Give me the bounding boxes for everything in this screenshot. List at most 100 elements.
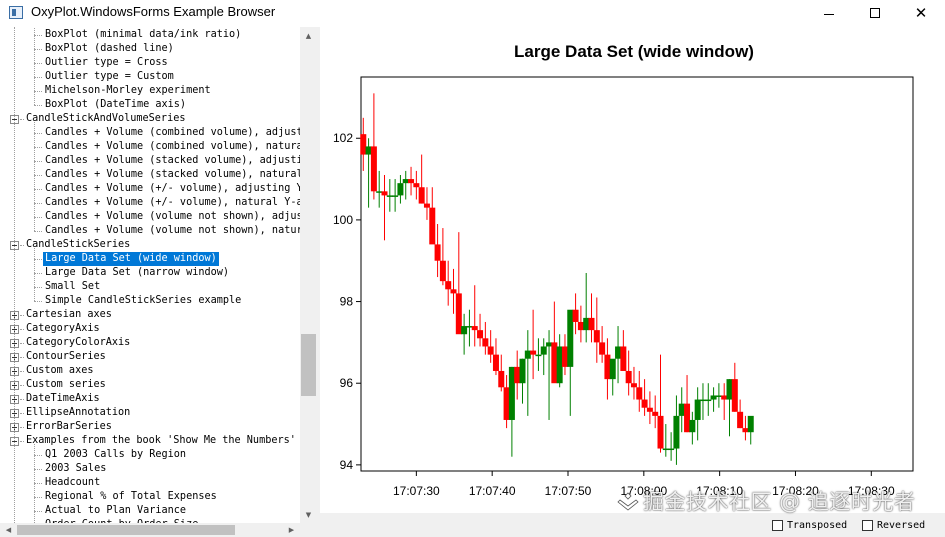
tree-leaf[interactable]: BoxPlot (minimal data/ink ratio) xyxy=(0,28,300,42)
reversed-checkbox[interactable]: Reversed xyxy=(862,518,925,532)
tree-node[interactable]: CategoryAxis xyxy=(0,322,300,336)
tree-leaf[interactable]: Candles + Volume (combined volume), natu… xyxy=(0,140,300,154)
candle-body xyxy=(530,350,537,355)
scroll-up-arrow-icon[interactable]: ▲ xyxy=(300,27,317,44)
tree-node[interactable]: Custom series xyxy=(0,378,300,392)
reversed-checkbox-box[interactable] xyxy=(862,519,873,531)
tree-leaf[interactable]: Large Data Set (wide window) xyxy=(0,251,300,267)
tree-vertical-scrollbar[interactable]: ▲ ▼ xyxy=(300,27,317,523)
tree-item-label: Candles + Volume (+/- volume), adjusting… xyxy=(45,183,300,194)
candle-body xyxy=(641,399,648,408)
tree-leaf[interactable]: Regional % of Total Expenses xyxy=(0,490,300,504)
tree-node[interactable]: Custom axes xyxy=(0,364,300,378)
tree-item-label: Headcount xyxy=(45,477,101,488)
candle-body xyxy=(625,370,632,384)
tree-leaf[interactable]: Outlier type = Cross xyxy=(0,56,300,70)
scroll-left-arrow-icon[interactable]: ◀ xyxy=(1,522,16,537)
close-button[interactable]: ✕ xyxy=(898,0,944,26)
tree-item-label: Custom axes xyxy=(26,365,94,376)
y-tick-label: 94 xyxy=(340,458,354,472)
tree-leaf[interactable]: Simple CandleStickSeries example xyxy=(0,294,300,308)
candle-body xyxy=(492,354,499,371)
tree-connector xyxy=(34,49,42,50)
tree-connector xyxy=(34,217,42,218)
tree-leaf[interactable]: Large Data Set (narrow window) xyxy=(0,266,300,280)
tree-leaf[interactable]: Michelson-Morley experiment xyxy=(0,84,300,98)
candle-body xyxy=(726,379,733,400)
candle-body xyxy=(503,387,510,420)
tree-leaf[interactable]: Outlier type = Custom xyxy=(0,70,300,84)
tree-leaf[interactable]: Actual to Plan Variance xyxy=(0,504,300,518)
tree-node[interactable]: CandleStickAndVolumeSeries xyxy=(0,112,300,126)
tree-branch-connector xyxy=(34,27,35,105)
tree-branch-connector xyxy=(34,248,35,301)
tree-leaf[interactable]: BoxPlot (dashed line) xyxy=(0,42,300,56)
candle-body xyxy=(599,342,606,355)
tree-horizontal-scroll-thumb[interactable] xyxy=(17,525,235,535)
x-tick-label: 17:07:30 xyxy=(393,484,440,498)
minimize-button[interactable] xyxy=(806,0,852,26)
candle-body xyxy=(572,309,579,322)
tree-node[interactable]: ContourSeries xyxy=(0,350,300,364)
maximize-icon xyxy=(870,8,880,18)
tree-connector xyxy=(34,91,42,92)
tree-node[interactable]: ErrorBarSeries xyxy=(0,420,300,434)
tree-node[interactable]: DateTimeAxis xyxy=(0,392,300,406)
tree-leaf[interactable]: Candles + Volume (stacked volume), adjus… xyxy=(0,154,300,168)
tree-node[interactable]: Examples from the book 'Show Me the Numb… xyxy=(0,434,300,448)
tree-leaf[interactable]: Candles + Volume (+/- volume), natural Y… xyxy=(0,196,300,210)
candle-body xyxy=(593,330,600,343)
tree-item-label: EllipseAnnotation xyxy=(26,407,131,418)
y-tick-label: 102 xyxy=(333,131,353,145)
tree-item-label: BoxPlot (DateTime axis) xyxy=(45,99,187,110)
tree-item-label: Custom series xyxy=(26,379,106,390)
tree-node[interactable]: CategoryColorAxis xyxy=(0,336,300,350)
options-bar xyxy=(320,513,945,537)
candle-body xyxy=(636,387,643,400)
candle-body xyxy=(445,281,452,290)
transposed-checkbox-box[interactable] xyxy=(772,519,783,531)
scroll-right-arrow-icon[interactable]: ▶ xyxy=(284,522,299,537)
tree-root-connector xyxy=(14,27,15,523)
tree-leaf[interactable]: Candles + Volume (+/- volume), adjusting… xyxy=(0,182,300,196)
tree-leaf[interactable]: Headcount xyxy=(0,476,300,490)
tree-horizontal-scrollbar[interactable]: ◀ ▶ xyxy=(0,523,300,537)
tree-leaf[interactable]: Small Set xyxy=(0,280,300,294)
candle-body xyxy=(588,317,595,331)
tree-item-label: Candles + Volume (combined volume), natu… xyxy=(45,141,300,152)
tree-branch-connector xyxy=(34,444,35,523)
tree-item-label: BoxPlot (dashed line) xyxy=(45,43,174,54)
y-tick-label: 100 xyxy=(333,213,353,227)
candle-body xyxy=(668,448,675,451)
tree-leaf[interactable]: Candles + Volume (volume not shown), nat… xyxy=(0,224,300,238)
tree-leaf[interactable]: 2003 Sales xyxy=(0,462,300,476)
tree-connector xyxy=(34,483,42,484)
candle-body xyxy=(466,326,473,328)
candlestick-chart[interactable]: Large Data Set (wide window) 94 96 98 100 10… xyxy=(320,27,945,513)
window-title: OxyPlot.WindowsForms Example Browser xyxy=(31,4,276,19)
tree-node[interactable]: EllipseAnnotation xyxy=(0,406,300,420)
scroll-down-arrow-icon[interactable]: ▼ xyxy=(300,506,317,523)
candle-body xyxy=(408,179,415,184)
candle-body xyxy=(524,350,531,359)
candle-body xyxy=(646,407,653,412)
example-tree[interactable]: BoxPlot (minimal data/ink ratio) BoxPlot … xyxy=(0,27,300,523)
candle-body xyxy=(556,346,563,384)
tree-vertical-scroll-thumb[interactable] xyxy=(301,334,316,396)
tree-item-label: Regional % of Total Expenses xyxy=(45,491,217,502)
tree-leaf[interactable]: Candles + Volume (combined volume), adju… xyxy=(0,126,300,140)
tree-node[interactable]: CandleStickSeries xyxy=(0,238,300,252)
tree-leaf[interactable]: Candles + Volume (stacked volume), natur… xyxy=(0,168,300,182)
maximize-button[interactable] xyxy=(852,0,898,26)
tree-item-label: CategoryColorAxis xyxy=(26,337,131,348)
candle-body xyxy=(413,183,420,188)
tree-item-label: Small Set xyxy=(45,281,101,292)
tree-leaf[interactable]: Q1 2003 Calls by Region xyxy=(0,448,300,462)
tree-leaf[interactable]: Candles + Volume (volume not shown), adj… xyxy=(0,210,300,224)
candle-body xyxy=(508,366,515,420)
tree-leaf[interactable]: BoxPlot (DateTime axis) xyxy=(0,98,300,112)
tree-node[interactable]: Cartesian axes xyxy=(0,308,300,322)
transposed-checkbox[interactable]: Transposed xyxy=(772,518,847,532)
transposed-label: Transposed xyxy=(787,519,848,531)
reversed-label: Reversed xyxy=(877,519,926,531)
